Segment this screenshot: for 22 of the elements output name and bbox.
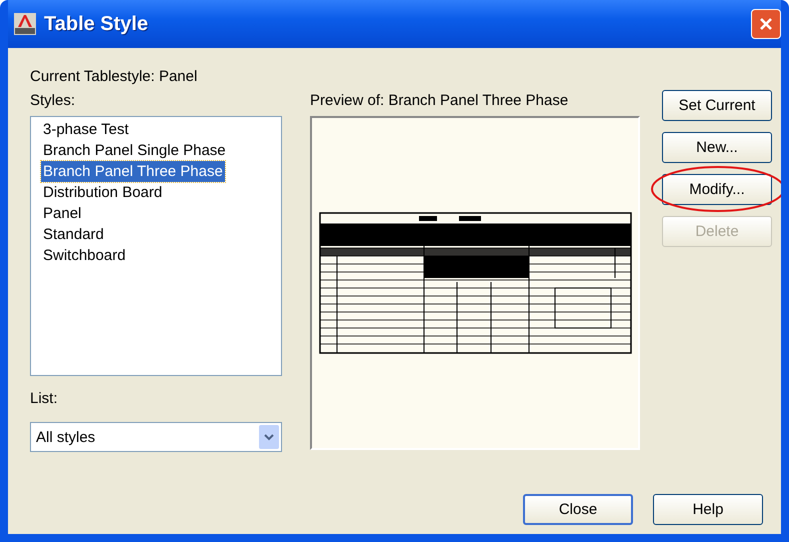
app-logo-icon [14,13,36,35]
styles-list[interactable]: 3-phase Test Branch Panel Single Phase Branch Panel Three Phase Distribution Board Panel Standard Switchboard [30,116,282,376]
dialog-button[interactable]: New... [662,132,772,163]
close-icon [759,17,773,31]
style-item[interactable]: Branch Panel Three Phase [41,161,225,182]
preview-label: Preview of: Branch Panel Three Phase [310,92,570,111]
dialog-button[interactable]: Set Current [662,90,772,121]
current-style-label: Current Tablestyle: Panel [30,68,198,87]
dialog-button[interactable]: Close [523,494,633,525]
window-title: Table Style [44,12,150,36]
dialog-button[interactable]: Modify... [662,174,772,205]
style-item[interactable]: 3-phase Test [41,119,131,140]
style-item[interactable]: Standard [41,224,106,245]
style-item[interactable]: Panel [41,203,84,224]
styles-label: Styles: [30,92,76,111]
close-button[interactable] [751,9,781,39]
dialog-button[interactable]: Help [653,494,763,525]
style-item[interactable]: Branch Panel Single Phase [41,140,228,161]
style-item[interactable]: Distribution Board [41,182,164,203]
list-dropdown[interactable]: All styles [30,422,282,452]
list-label: List: [30,390,59,409]
style-item[interactable]: Switchboard [41,245,128,266]
